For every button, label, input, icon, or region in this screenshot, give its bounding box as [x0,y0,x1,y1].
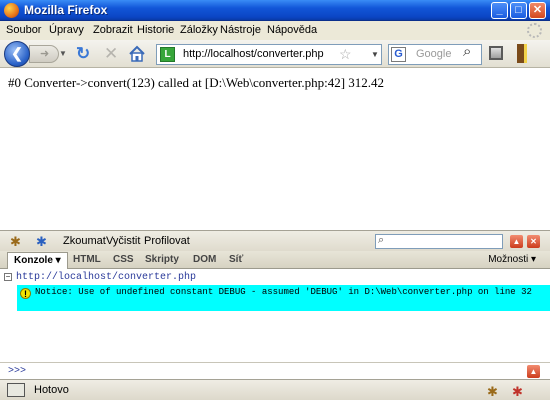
menu-bar: Soubor Úpravy Zobrazit Historie Záložky … [0,21,550,40]
tabs-view-icon[interactable] [489,46,503,60]
collapse-toggle-icon[interactable]: − [4,273,12,281]
firefox-logo-icon [4,3,19,18]
menu-zalozky[interactable]: Záložky [180,24,218,36]
tab-dom[interactable]: DOM [193,254,216,265]
close-button[interactable]: ✕ [529,2,546,19]
firebug-toolbar: ✱ ✱ Zkoumat Vyčistit Profilovat ⌕ ▲ ✕ [0,230,550,251]
tab-css[interactable]: CSS [113,254,134,265]
bookmark-book-icon[interactable] [517,44,527,63]
menu-soubor[interactable]: Soubor [6,24,41,36]
tab-console[interactable]: Konzole ▾ [7,252,68,269]
search-placeholder: Google [416,48,452,60]
firebug-profile-button[interactable]: Profilovat [144,235,190,247]
back-button[interactable]: ❮ [4,41,30,67]
firebug-minimize-button[interactable]: ▲ [510,235,523,248]
firebug-bug-icon[interactable]: ✱ [10,234,26,249]
menu-zobrazit[interactable]: Zobrazit [93,24,133,36]
page-content: #0 Converter->convert(123) called at [D:… [0,69,550,230]
url-dropdown-icon[interactable]: ▼ [371,50,379,59]
firebug-status-icon[interactable]: ✱ [487,384,503,399]
window-title: Mozilla Firefox [24,3,108,17]
command-prompt: >>> [8,366,27,377]
console-notice-row: ! Notice: Use of undefined constant DEBU… [17,285,550,311]
firebug-command-line[interactable]: >>> ▲ [0,362,550,379]
firebug-tabs: Konzole ▾ HTML CSS Skripty DOM Síť Možno… [0,251,550,269]
command-line-expand-button[interactable]: ▲ [527,365,540,378]
window-titlebar[interactable]: Mozilla Firefox _ □ ✕ [0,0,550,21]
tab-html[interactable]: HTML [73,254,101,265]
firebug-close-button[interactable]: ✕ [527,235,540,248]
firebug-console: − http://localhost/converter.php ! Notic… [0,269,550,362]
firebug-search-input[interactable]: ⌕ [375,234,503,249]
reload-icon[interactable]: ↻ [76,44,90,64]
firebug-options-menu[interactable]: Možnosti ▾ [488,254,536,265]
maximize-button[interactable]: □ [510,2,527,19]
bookmark-star-icon[interactable]: ☆ [339,46,352,63]
warning-icon: ! [20,288,31,299]
google-engine-icon[interactable]: G [391,47,406,62]
tab-network[interactable]: Síť [229,254,243,265]
status-text: Hotovo [34,384,69,396]
firebug-clear-button[interactable]: Vyčistit [106,235,140,247]
history-dropdown-icon[interactable]: ▼ [59,49,67,58]
menu-nastroje[interactable]: Nástroje [220,24,261,36]
status-bar: Hotovo ✱ ✱ [0,379,550,400]
search-icon: ⌕ [378,234,385,246]
firebug-error-icon[interactable]: ✱ [512,384,528,399]
home-icon[interactable] [128,45,146,63]
forward-button[interactable]: ➜ [29,45,59,63]
menu-napoveda[interactable]: Nápověda [267,24,317,36]
throbber-icon [527,23,542,38]
minimize-button[interactable]: _ [491,2,508,19]
url-bar[interactable]: L http://localhost/converter.php ☆ ▼ [156,44,382,65]
search-go-icon[interactable]: ⌕ [463,43,471,60]
navigation-toolbar: ➜ ❮ ▼ ↻ ✕ L http://localhost/converter.p… [0,40,550,68]
page-output-text: #0 Converter->convert(123) called at [D:… [8,75,385,90]
console-notice-text: Notice: Use of undefined constant DEBUG … [35,287,532,297]
firebug-inspect-button[interactable]: Zkoumat [63,235,106,247]
firebug-inspect-bug-icon[interactable]: ✱ [36,234,52,249]
menu-upravy[interactable]: Úpravy [49,24,84,36]
site-favicon-icon: L [160,47,175,62]
stop-icon[interactable]: ✕ [104,44,118,64]
menu-historie[interactable]: Historie [137,24,174,36]
url-text: http://localhost/converter.php [183,48,324,60]
console-source-url[interactable]: http://localhost/converter.php [16,272,196,283]
tab-scripts[interactable]: Skripty [145,254,179,265]
status-page-icon [7,383,25,397]
